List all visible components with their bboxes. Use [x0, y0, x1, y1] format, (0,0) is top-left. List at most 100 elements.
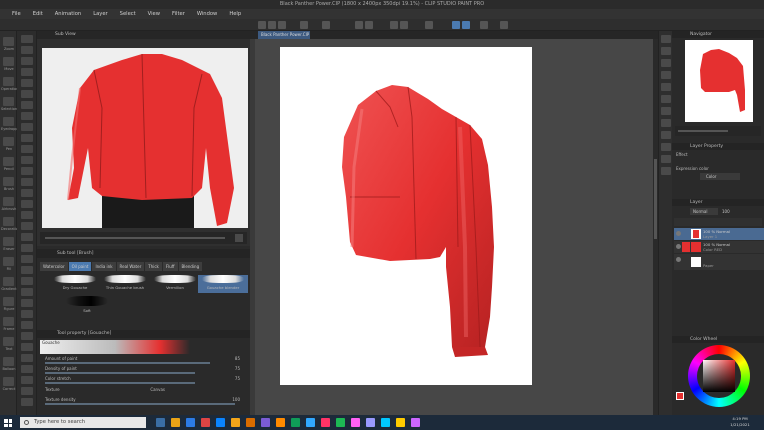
sub-tool-icon[interactable]	[21, 266, 33, 274]
tool-icon[interactable]	[3, 97, 14, 106]
taskbar-app-icon[interactable]	[411, 418, 420, 427]
ruler-icon[interactable]	[500, 21, 508, 29]
tool-icon[interactable]	[3, 77, 14, 86]
sub-tool-icon[interactable]	[21, 68, 33, 76]
tool-icon[interactable]	[3, 337, 14, 346]
sub-tool-icon[interactable]	[21, 233, 33, 241]
dock-icon[interactable]	[661, 71, 671, 79]
assets-icon[interactable]	[322, 21, 330, 29]
tab-thick[interactable]: Thick	[145, 262, 162, 271]
brush-item[interactable]: Gouache blender	[198, 275, 248, 293]
sub-tool-icon[interactable]	[21, 387, 33, 395]
current-color-swatch[interactable]	[676, 392, 684, 400]
tool-icon[interactable]	[3, 37, 14, 46]
tool-icon[interactable]	[3, 57, 14, 66]
menu-layer[interactable]: Layer	[87, 11, 113, 17]
dock-icon[interactable]	[661, 35, 671, 43]
sub-tool-icon[interactable]	[21, 167, 33, 175]
reference-image[interactable]	[42, 48, 248, 228]
brush-item[interactable]: Soft	[62, 296, 112, 318]
navigator-zoom-slider[interactable]	[678, 130, 728, 132]
sub-tool-icon[interactable]	[21, 101, 33, 109]
taskbar-clock[interactable]: 4:19 PM 1/21/2021	[720, 416, 760, 429]
transform-icon[interactable]	[425, 21, 433, 29]
dock-icon[interactable]	[661, 131, 671, 139]
sub-tool-icon[interactable]	[21, 343, 33, 351]
open-icon[interactable]	[268, 21, 276, 29]
sub-tool-icon[interactable]	[21, 255, 33, 263]
taskbar-app-icon[interactable]	[156, 418, 165, 427]
sub-tool-icon[interactable]	[21, 310, 33, 318]
sub-tool-icon[interactable]	[21, 79, 33, 87]
fill-icon[interactable]	[400, 21, 408, 29]
menu-edit[interactable]: Edit	[27, 11, 49, 17]
layer-row[interactable]: 100 % Normal Color RED	[674, 241, 764, 253]
dock-icon[interactable]	[661, 119, 671, 127]
sub-tool-icon[interactable]	[21, 145, 33, 153]
eye-icon[interactable]	[676, 244, 681, 249]
menu-file[interactable]: File	[6, 11, 27, 17]
taskbar-app-icon[interactable]	[396, 418, 405, 427]
taskbar-app-icon[interactable]	[306, 418, 315, 427]
sub-tool-icon[interactable]	[21, 398, 33, 406]
sub-tool-icon[interactable]	[21, 211, 33, 219]
tool-icon[interactable]	[3, 257, 14, 266]
taskbar-app-icon[interactable]	[216, 418, 225, 427]
dock-icon[interactable]	[661, 47, 671, 55]
dock-icon[interactable]	[661, 59, 671, 67]
menu-animation[interactable]: Animation	[49, 11, 87, 17]
tab-watercolor[interactable]: Watercolor	[40, 262, 68, 271]
menu-window[interactable]: Window	[191, 11, 223, 17]
prop-row[interactable]: Color stretch 75	[40, 376, 245, 384]
blend-mode-select[interactable]: Normal	[690, 208, 718, 215]
sub-tool-icon[interactable]	[21, 332, 33, 340]
brush-item[interactable]: Thin Gouache brush	[100, 275, 150, 293]
taskbar-app-icon[interactable]	[201, 418, 210, 427]
dock-icon[interactable]	[661, 107, 671, 115]
dock-icon[interactable]	[661, 167, 671, 175]
redo-icon[interactable]	[365, 21, 373, 29]
sub-tool-icon[interactable]	[21, 200, 33, 208]
layer-row[interactable]: Paper	[674, 254, 764, 270]
windows-start-icon[interactable]	[2, 417, 14, 428]
brush-item[interactable]: Dry Gouache	[50, 275, 100, 293]
saturation-value-square[interactable]	[703, 360, 735, 392]
dock-icon[interactable]	[661, 155, 671, 163]
sub-tool-icon[interactable]	[21, 277, 33, 285]
canvas-tab[interactable]: Black Panther Power.CIP	[258, 31, 310, 39]
clear-icon[interactable]	[390, 21, 398, 29]
tool-icon[interactable]	[3, 237, 14, 246]
tool-icon[interactable]	[3, 157, 14, 166]
prop-row[interactable]: Amount of paint 85	[40, 356, 245, 364]
taskbar-app-icon[interactable]	[351, 418, 360, 427]
sub-tool-icon[interactable]	[21, 321, 33, 329]
snap-ruler-icon[interactable]	[462, 21, 470, 29]
dock-icon[interactable]	[661, 143, 671, 151]
sub-tool-icon[interactable]	[21, 90, 33, 98]
tool-icon[interactable]	[3, 137, 14, 146]
prop-row[interactable]: Density of paint 75	[40, 366, 245, 374]
menu-select[interactable]: Select	[114, 11, 142, 17]
taskbar-app-icon[interactable]	[276, 418, 285, 427]
taskbar-app-icon[interactable]	[321, 418, 330, 427]
expression-color-select[interactable]: Color	[700, 173, 740, 180]
tool-icon[interactable]	[3, 297, 14, 306]
sub-tool-icon[interactable]	[21, 156, 33, 164]
sub-tool-icon[interactable]	[21, 134, 33, 142]
share-icon[interactable]	[300, 21, 308, 29]
taskbar-app-icon[interactable]	[246, 418, 255, 427]
tool-icon[interactable]	[3, 217, 14, 226]
dock-icon[interactable]	[661, 83, 671, 91]
taskbar-app-icon[interactable]	[291, 418, 300, 427]
taskbar-app-icon[interactable]	[186, 418, 195, 427]
dock-icon[interactable]	[661, 95, 671, 103]
sub-tool-icon[interactable]	[21, 244, 33, 252]
tool-icon[interactable]	[3, 177, 14, 186]
taskbar-app-icon[interactable]	[231, 418, 240, 427]
sub-tool-icon[interactable]	[21, 35, 33, 43]
tool-icon[interactable]	[3, 117, 14, 126]
taskbar-app-icon[interactable]	[261, 418, 270, 427]
eye-icon[interactable]	[676, 257, 681, 262]
tool-icon[interactable]	[3, 377, 14, 386]
sub-tool-icon[interactable]	[21, 57, 33, 65]
